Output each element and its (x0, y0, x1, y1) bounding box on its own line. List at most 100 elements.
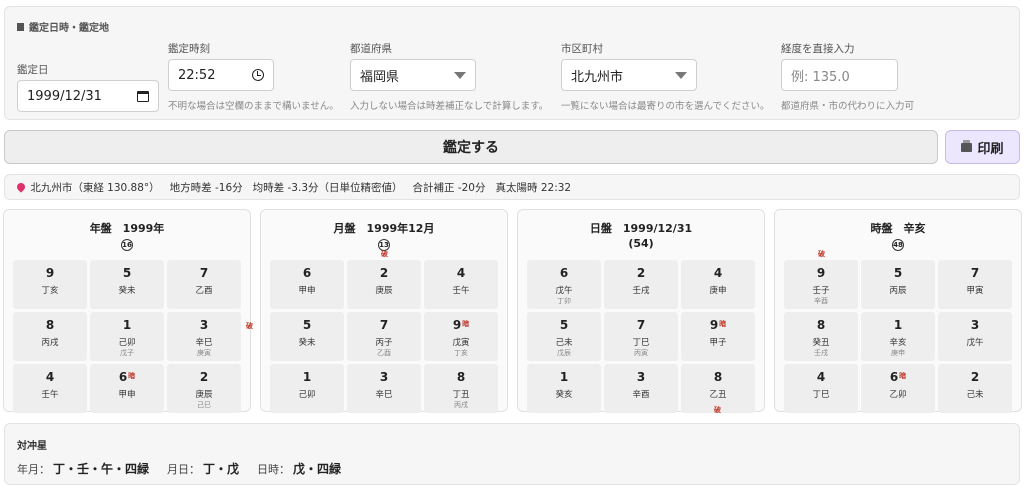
grid-cell: 1 辛亥 庚申 (861, 312, 935, 361)
cell-number-row: 2 (167, 370, 241, 384)
star-number: 3 (379, 370, 389, 384)
star-number: 1 (302, 370, 312, 384)
cell-number-row: 4 (681, 266, 755, 280)
grid-cell: 1 癸亥 (527, 364, 601, 413)
board-3: 時盤 辛亥 48 9 壬子 辛酉 5 丙辰 7 甲寅 8 癸丑 壬戌 1 辛亥 庚申 3 戊午 4 丁巳 6暗 乙卯 2 己… (774, 209, 1022, 413)
board-title: 日盤 1999/12/31 (589, 222, 693, 235)
ankensatsu-mark: 暗 (719, 320, 727, 328)
star-number: 5 (559, 318, 569, 332)
star-number: 6 (302, 266, 312, 280)
cell-number-row: 8 (13, 318, 87, 332)
ha-mark: 破 (246, 322, 253, 330)
cell-sub-kanshi: 戊辰 (557, 349, 571, 357)
grid-cell: 9暗甲子 (681, 312, 755, 361)
calculate-button[interactable]: 鑑定する (4, 130, 938, 164)
cell-number-row: 5 (90, 266, 164, 280)
cell-number-row: 3 (347, 370, 421, 384)
cell-kanshi: 丙子 (375, 338, 393, 348)
pref-select[interactable]: 福岡県 (350, 59, 476, 91)
cell-kanshi: 癸未 (298, 338, 316, 348)
cell-number-row: 2 (604, 266, 678, 280)
pref-label: 都道府県 (350, 43, 392, 55)
day-time-label: 日時： (257, 463, 291, 476)
city-select[interactable]: 北九州市 (561, 59, 697, 91)
grid-cell: 9 壬子 辛酉 (784, 260, 858, 309)
local-time-diff: 地方時差 -16分 (169, 181, 243, 194)
cell-kanshi: 庚辰 (375, 286, 393, 296)
cell-number-row: 1 (861, 318, 935, 332)
cell-kanshi: 己未 (555, 338, 573, 348)
month-day-label: 月日： (167, 463, 201, 476)
ha-mark: 破 (818, 250, 825, 258)
star-number: 5 (302, 318, 312, 332)
pin-icon (15, 180, 27, 193)
star-number: 5 (893, 266, 903, 280)
star-number: 9 (709, 318, 719, 332)
cell-number-row: 7 (347, 318, 421, 332)
board-0: 年盤 1999年 16 9 丁亥 5 癸未 7 乙酉 8 丙戌 1 己卯 戊子 3 辛巳 庚寅 4 壬午 6暗 甲申 2… (3, 209, 253, 413)
longitude-hint: 都道府県・市の代わりに入力可 (781, 101, 915, 112)
grid-cell: 2 庚辰 己巳 (167, 364, 241, 413)
star-number: 2 (379, 266, 389, 280)
location-text: 北九州市（東経 130.88°） (30, 181, 160, 194)
grid-cell: 7 丙子 乙酉 (347, 312, 421, 361)
cell-number-row: 8 (681, 370, 755, 384)
cell-number-row: 6 (270, 266, 344, 280)
grid-cell: 3 辛巳 (347, 364, 421, 413)
date-input[interactable]: 1999/12/31 (17, 80, 159, 112)
grid-cell: 6 甲申 (270, 260, 344, 309)
star-number: 8 (456, 370, 466, 384)
star-number: 4 (456, 266, 466, 280)
cell-kanshi: 壬午 (452, 286, 470, 296)
month-day-item: 月日： 丁・戊 (167, 460, 239, 477)
grid-cell: 4 庚申 (681, 260, 755, 309)
grid-cell: 5 丙辰 (861, 260, 935, 309)
section-title: 鑑定日時・鑑定地 (29, 23, 109, 34)
year-month-item: 年月： 丁・壬・午・四緑 (17, 460, 149, 477)
board-title: 時盤 辛亥 (870, 222, 926, 235)
grid-cell: 9暗 戊寅 丁亥 (424, 312, 498, 361)
cell-kanshi: 丁巳 (632, 338, 650, 348)
grid-cell: 4 丁巳 (784, 364, 858, 413)
star-number: 7 (379, 318, 389, 332)
board-subtitle: (54) (628, 237, 654, 250)
grid-cell: 3 辛酉 (604, 364, 678, 413)
star-number: 4 (816, 370, 826, 384)
star-number: 3 (199, 318, 209, 332)
equation-of-time: 均時差 -3.3分（日単位精密値） (252, 181, 403, 194)
cell-kanshi: 己卯 (298, 390, 316, 400)
city-label: 市区町村 (561, 43, 603, 55)
star-number: 9 (452, 318, 462, 332)
grid-cell: 6暗 乙卯 (861, 364, 935, 413)
printer-icon (961, 139, 973, 152)
grid-cell: 2 庚辰 (347, 260, 421, 309)
time-input[interactable]: 22:52 (168, 59, 274, 91)
calendar-icon[interactable] (137, 90, 149, 102)
grid-cell: 7 甲寅 (938, 260, 1012, 309)
cell-kanshi: 甲子 (709, 338, 727, 348)
cell-kanshi: 乙酉 (195, 286, 213, 296)
cell-number-row: 9暗 (681, 318, 755, 332)
cell-number-row: 1 (527, 370, 601, 384)
star-number: 1 (893, 318, 903, 332)
longitude-input[interactable]: 例: 135.0 (781, 59, 898, 91)
print-label: 印刷 (977, 141, 1004, 157)
section-header: 鑑定日時・鑑定地 (17, 19, 109, 34)
star-number: 8 (45, 318, 55, 332)
cell-number-row: 9暗 (424, 318, 498, 332)
star-number: 9 (45, 266, 55, 280)
cell-kanshi: 甲申 (118, 390, 136, 400)
print-button[interactable]: 印刷 (945, 130, 1020, 164)
cell-number-row: 4 (424, 266, 498, 280)
board-subtitle: 48 (775, 237, 1021, 251)
cell-number-row: 3 (938, 318, 1012, 332)
cell-number-row: 9 (784, 266, 858, 280)
correction-info-bar: 北九州市（東経 130.88°） 地方時差 -16分 均時差 -3.3分（日単位… (4, 174, 1020, 200)
cell-number-row: 4 (13, 370, 87, 384)
cell-sub-kanshi: 庚申 (891, 349, 905, 357)
cell-kanshi: 辛酉 (632, 390, 650, 400)
clock-icon[interactable] (252, 69, 264, 81)
cell-number-row: 7 (938, 266, 1012, 280)
ha-mark: 破 (381, 250, 388, 258)
grid-cell: 9 丁亥 (13, 260, 87, 309)
